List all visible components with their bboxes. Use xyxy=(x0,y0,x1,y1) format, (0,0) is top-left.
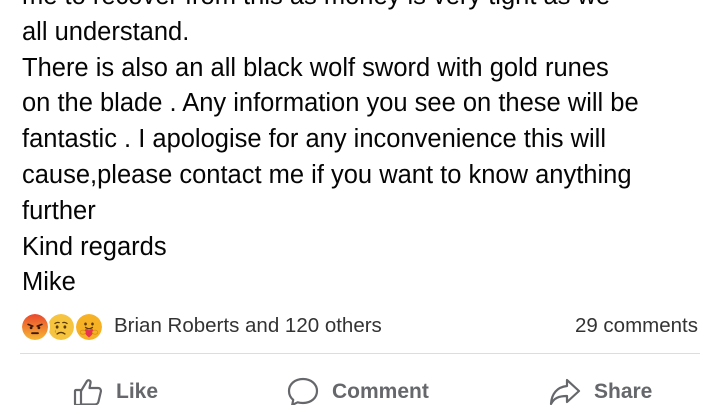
comment-button[interactable]: Comment xyxy=(286,372,429,405)
sad-reaction-icon xyxy=(46,312,76,342)
post-text-line: further xyxy=(22,196,96,225)
share-label: Share xyxy=(594,380,653,403)
like-label: Like xyxy=(116,380,159,403)
angry-reaction-icon xyxy=(20,312,50,342)
post-text-line: There is also an all black wolf sword wi… xyxy=(22,53,609,82)
share-button[interactable]: Share xyxy=(548,372,652,405)
divider xyxy=(20,353,700,354)
reaction-icons[interactable] xyxy=(20,312,112,342)
like-button[interactable]: Like xyxy=(72,372,158,405)
comment-label: Comment xyxy=(332,380,429,403)
post-text-line: fantastic . I apologise for any inconven… xyxy=(22,125,606,154)
post-text-line: Mike xyxy=(22,268,76,297)
comment-bubble-icon xyxy=(286,376,320,405)
post-text-line: Kind regards xyxy=(22,232,167,261)
care-reaction-icon xyxy=(74,312,104,342)
post-text: me to recover from this as money is very… xyxy=(22,0,712,301)
reactions-row: Brian Roberts and 120 others 29 comments xyxy=(20,310,700,344)
thumbs-up-icon xyxy=(72,376,104,405)
post-text-line: all understand. xyxy=(22,17,190,46)
comments-count[interactable]: 29 comments xyxy=(575,314,698,338)
post-text-line: me to recover from this as money is very… xyxy=(22,0,712,15)
reactors-summary[interactable]: Brian Roberts and 120 others xyxy=(114,314,382,338)
post-text-line: cause,please contact me if you want to k… xyxy=(22,160,632,189)
share-arrow-icon xyxy=(548,376,582,405)
post-text-line: on the blade . Any information you see o… xyxy=(22,89,639,118)
post-actions: Like Comment Share xyxy=(0,372,720,405)
